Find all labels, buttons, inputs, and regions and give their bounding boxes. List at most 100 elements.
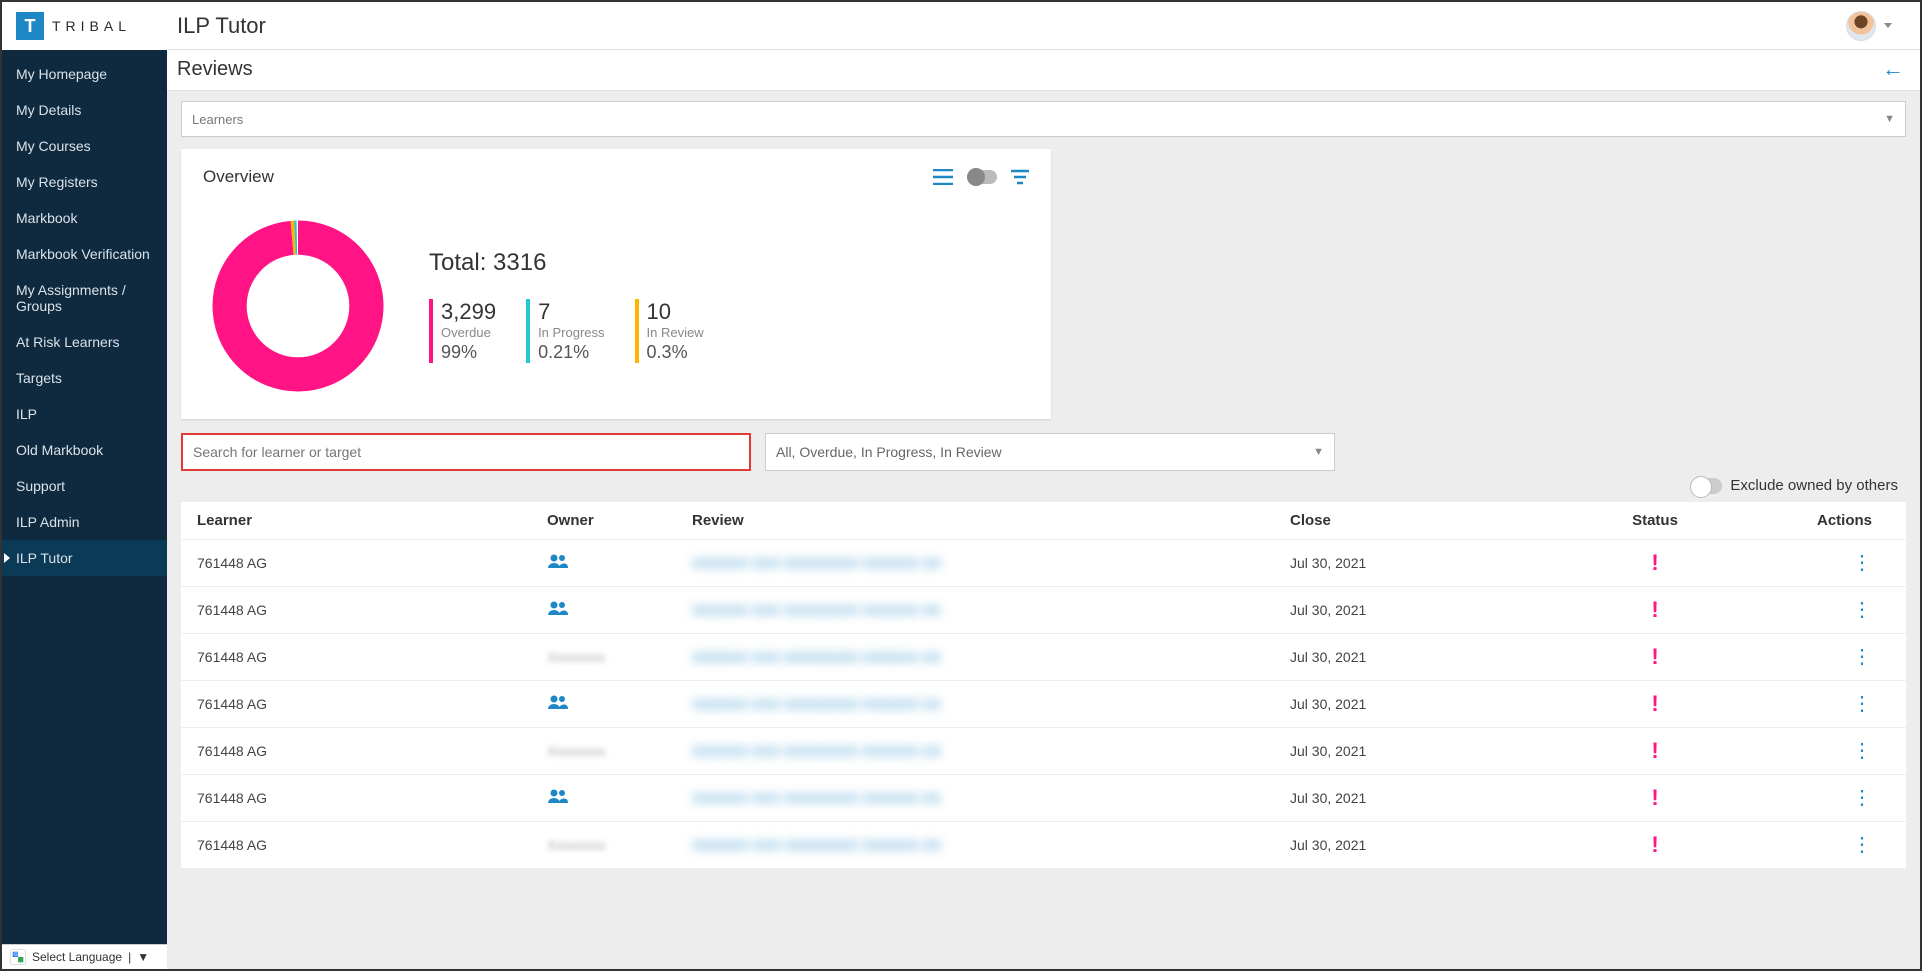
sidebar-item-my-homepage[interactable]: My Homepage [2,56,167,92]
cell-learner: 761448 AG [197,555,547,571]
row-actions-menu-icon[interactable]: ⋮ [1852,600,1872,620]
back-arrow-icon[interactable]: ← [1882,56,1904,82]
table-row[interactable]: 761448 AG XXXXXX XXX XXXXXXXX XXXXXX XXJu… [181,540,1906,587]
sub-title: Reviews [177,58,253,81]
sidebar-item-my-courses[interactable]: My Courses [2,128,167,164]
cell-status: ! [1550,597,1760,623]
stat-inreview-label: In Review [647,325,704,340]
learners-dropdown[interactable]: Learners ▼ [181,101,1906,137]
user-menu[interactable] [1846,11,1892,41]
table-row[interactable]: 761448 AGXXXXXX XXX XXXXXXXX XXXXXX XXJu… [181,587,1906,634]
content-area: Learners ▼ Overview [167,91,1920,969]
col-header-status[interactable]: Status [1550,512,1760,529]
cell-review[interactable]: XXXXXX XXX XXXXXXXX XXXXXX XX [692,696,1290,712]
sidebar-item-my-registers[interactable]: My Registers [2,164,167,200]
cell-owner [547,553,692,574]
owner-text-blur: Xxxxxxxx [547,649,605,665]
people-icon [547,788,569,808]
cell-close: Jul 30, 2021 [1290,790,1550,806]
cell-owner: Xxxxxxxx [547,649,692,665]
sidebar-item-targets[interactable]: Targets [2,360,167,396]
cell-actions: ⋮ [1760,600,1890,620]
cell-status: ! [1550,785,1760,811]
topbar: ILP Tutor [167,2,1920,50]
people-icon [547,553,569,573]
cell-learner: 761448 AG [197,743,547,759]
cell-actions: ⋮ [1760,553,1890,573]
sidebar-item-ilp-admin[interactable]: ILP Admin [2,504,167,540]
sidebar-item-ilp[interactable]: ILP [2,396,167,432]
cell-review[interactable]: XXXXXX XXX XXXXXXXX XXXXXX XX [692,649,1290,665]
col-header-review[interactable]: Review [692,512,1290,529]
chevron-down-icon: ▼ [1884,113,1895,125]
cell-review[interactable]: XXXXXX XXX XXXXXXXX XXXXXX XX [692,790,1290,806]
status-filter-dropdown[interactable]: All, Overdue, In Progress, In Review ▼ [765,433,1335,471]
page-title: ILP Tutor [177,13,266,39]
sidebar-item-my-details[interactable]: My Details [2,92,167,128]
filter-icon[interactable] [1011,169,1029,185]
table-row[interactable]: 761448 AGXXXXXX XXX XXXXXXXX XXXXXX XXJu… [181,681,1906,728]
cell-close: Jul 30, 2021 [1290,555,1550,571]
sidebar: T TRIBAL My HomepageMy DetailsMy Courses… [2,2,167,969]
total-value: 3316 [493,249,546,276]
owner-text-blur: Xxxxxxxx [547,743,605,759]
search-box[interactable] [181,433,751,471]
cell-review[interactable]: XXXXXX XXX XXXXXXXX XXXXXX XX [692,743,1290,759]
row-actions-menu-icon[interactable]: ⋮ [1852,553,1872,573]
sidebar-item-my-assignments-groups[interactable]: My Assignments / Groups [2,272,167,324]
overview-toggle[interactable] [967,170,997,184]
avatar-icon [1846,11,1876,41]
row-actions-menu-icon[interactable]: ⋮ [1852,835,1872,855]
stat-in-progress: 7 In Progress 0.21% [526,299,604,363]
col-header-learner[interactable]: Learner [197,512,547,529]
cell-close: Jul 30, 2021 [1290,602,1550,618]
total-text: Total: [429,249,486,276]
exclude-owned-toggle[interactable] [1690,478,1722,494]
review-link-blur: XXXXXX XXX XXXXXXXX XXXXXX XX [692,649,941,665]
cell-close: Jul 30, 2021 [1290,649,1550,665]
cell-review[interactable]: XXXXXX XXX XXXXXXXX XXXXXX XX [692,837,1290,853]
search-input[interactable] [193,435,739,469]
language-selector[interactable]: G Select Language | ▼ [2,944,167,969]
overdue-status-icon: ! [1651,832,1658,858]
overdue-status-icon: ! [1651,785,1658,811]
table-row[interactable]: 761448 AGXXXXXX XXX XXXXXXXX XXXXXX XXJu… [181,775,1906,822]
table-row[interactable]: 761448 AGXxxxxxxxXXXXXX XXX XXXXXXXX XXX… [181,634,1906,681]
cell-owner [547,788,692,809]
table-row[interactable]: 761448 AGXxxxxxxx XXXXXX XXX XXXXXXXX XXX… [181,728,1906,775]
stat-inreview-pct: 0.3% [647,342,704,363]
review-link-blur: XXXXXX XXX XXXXXXXX XXXXXX XX [692,837,941,853]
sidebar-item-support[interactable]: Support [2,468,167,504]
google-translate-icon: G [10,949,26,965]
brand-logo[interactable]: T TRIBAL [2,2,167,50]
col-header-close[interactable]: Close [1290,512,1550,529]
col-header-owner[interactable]: Owner [547,512,692,529]
stat-inprogress-pct: 0.21% [538,342,604,363]
row-actions-menu-icon[interactable]: ⋮ [1852,741,1872,761]
review-link-blur: XXXXXX XXX XXXXXXXX XXXXXX XX [692,602,941,618]
list-view-icon[interactable] [933,169,953,185]
row-actions-menu-icon[interactable]: ⋮ [1852,647,1872,667]
row-actions-menu-icon[interactable]: ⋮ [1852,694,1872,714]
logo-mark-icon: T [16,12,44,40]
logo-text: TRIBAL [52,18,131,34]
cell-status: ! [1550,691,1760,717]
cell-actions: ⋮ [1760,835,1890,855]
stat-inprogress-count: 7 [538,299,604,325]
cell-actions: ⋮ [1760,788,1890,808]
stat-overdue-label: Overdue [441,325,496,340]
cell-review[interactable]: XXXXXX XXX XXXXXXXX XXXXXX XX [692,602,1290,618]
overview-title: Overview [203,167,274,187]
sidebar-item-old-markbook[interactable]: Old Markbook [2,432,167,468]
sidebar-item-ilp-tutor[interactable]: ILP Tutor [2,540,167,576]
stat-inreview-count: 10 [647,299,704,325]
cell-review[interactable]: XXXXXX XXX XXXXXXXX XXXXXX XX [692,555,1290,571]
sidebar-item-at-risk-learners[interactable]: At Risk Learners [2,324,167,360]
row-actions-menu-icon[interactable]: ⋮ [1852,788,1872,808]
sidebar-item-markbook-verification[interactable]: Markbook Verification [2,236,167,272]
donut-chart [203,211,393,401]
table-row[interactable]: 761448 AGXxxxxxxxXXXXXX XXX XXXXXXXX XXX… [181,822,1906,869]
col-header-actions: Actions [1760,512,1890,529]
stat-in-review: 10 In Review 0.3% [635,299,704,363]
sidebar-item-markbook[interactable]: Markbook [2,200,167,236]
